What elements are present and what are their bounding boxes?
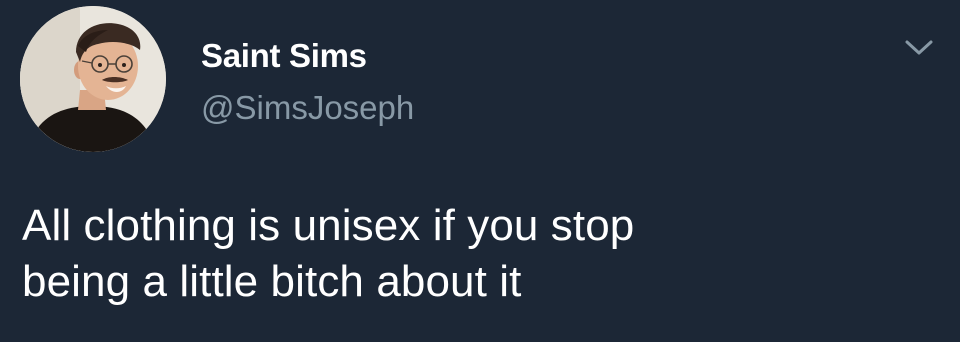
tweet-text: All clothing is unisex if you stop being…: [22, 198, 942, 310]
tweet-card: Saint Sims @SimsJoseph All clothing is u…: [0, 0, 960, 342]
author-display-name[interactable]: Saint Sims: [201, 37, 367, 75]
tweet-text-line: All clothing is unisex if you stop: [22, 201, 635, 250]
profile-photo: [20, 6, 166, 152]
avatar[interactable]: [20, 6, 166, 152]
author-handle[interactable]: @SimsJoseph: [201, 89, 414, 127]
tweet-menu-button[interactable]: [897, 30, 941, 66]
chevron-down-icon: [905, 40, 933, 55]
tweet-text-line: being a little bitch about it: [22, 257, 522, 306]
